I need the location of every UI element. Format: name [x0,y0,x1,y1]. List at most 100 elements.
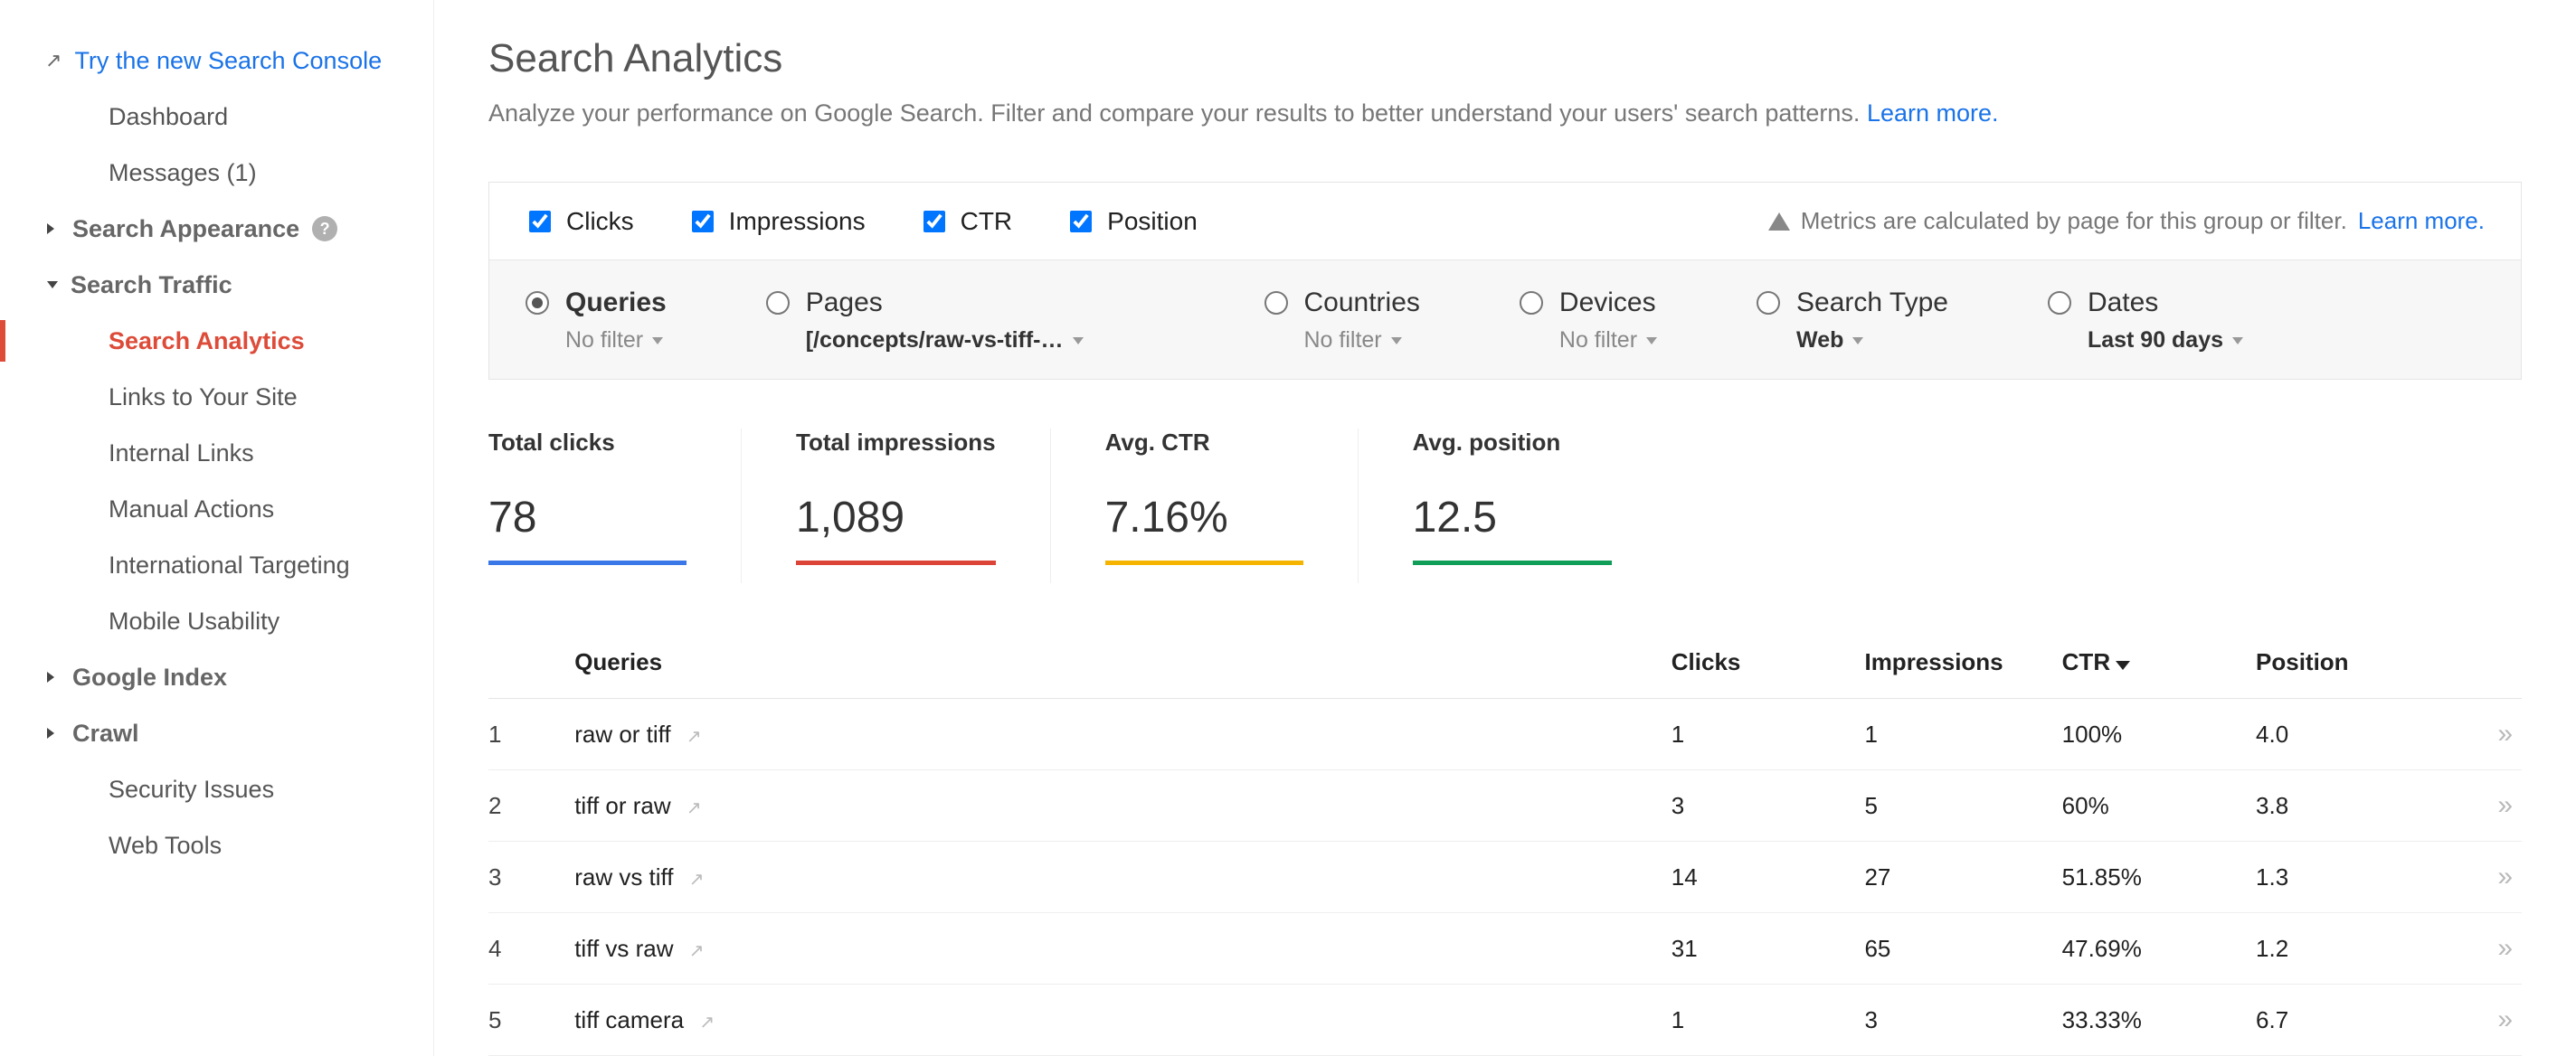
radio-queries[interactable] [526,291,549,315]
external-link-icon[interactable]: ↗ [687,727,702,747]
col-index [488,627,558,699]
learn-more-link[interactable]: Learn more. [1867,99,1999,127]
col-impressions[interactable]: Impressions [1848,627,2045,699]
sidebar-section-google-index[interactable]: Google Index [0,649,433,705]
caret-down-icon [652,337,663,344]
expand-row-icon[interactable]: » [2497,1004,2505,1034]
radio-countries[interactable] [1264,291,1288,315]
filter-label: Pages [806,288,883,318]
sidebar-item-internal-links[interactable]: Internal Links [0,425,433,481]
cell-clicks: 3 [1655,770,1849,842]
cell-query[interactable]: tiff or raw ↗ [558,770,1655,842]
filter-queries[interactable]: Queries No filter [526,288,667,354]
sidebar-item-web-tools[interactable]: Web Tools [0,817,433,873]
sidebar-try-new-console[interactable]: ↗ Try the new Search Console [0,33,433,89]
cell-index: 2 [488,770,558,842]
cell-query[interactable]: tiff vs raw ↗ [558,913,1655,985]
table-row[interactable]: 3raw vs tiff ↗142751.85%1.3» [488,842,2522,913]
checkbox-ctr[interactable] [923,211,945,232]
table-row[interactable]: 2tiff or raw ↗3560%3.8» [488,770,2522,842]
metric-check-ctr[interactable]: CTR [920,207,1013,236]
metric-label: Impressions [729,207,866,236]
cell-position: 1.2 [2240,913,2417,985]
sidebar-item-search-analytics[interactable]: Search Analytics [0,313,433,369]
expand-row-icon[interactable]: » [2497,933,2505,963]
metric-underline-orange [1105,561,1303,565]
checkbox-position[interactable] [1070,211,1092,232]
metric-check-clicks[interactable]: Clicks [526,207,634,236]
external-link-icon[interactable]: ↗ [689,870,705,890]
filter-search-type[interactable]: Search Type Web [1757,288,1948,354]
metric-notice-text: Metrics are calculated by page for this … [1801,207,2347,235]
sidebar-section-crawl[interactable]: Crawl [0,705,433,761]
sidebar-item-dashboard[interactable]: Dashboard [0,89,433,145]
filter-pages[interactable]: Pages [/concepts/raw-vs-tiff-… [766,288,1084,354]
table-row[interactable]: 5tiff camera ↗1333.33%6.7» [488,985,2522,1056]
cell-ctr: 47.69% [2046,913,2240,985]
sidebar-section-search-traffic[interactable]: Search Traffic [0,257,433,313]
dimension-filter-bar: Queries No filter Pages [/concepts/raw-v… [489,260,2521,379]
filter-dates-sub[interactable]: Last 90 days [2048,327,2243,354]
filter-search-type-sub[interactable]: Web [1757,327,1948,354]
expand-row-icon[interactable]: » [2497,719,2505,749]
summary-value: 7.16% [1105,493,1303,553]
filter-label: Countries [1304,288,1420,318]
sidebar-item-mobile-usability[interactable]: Mobile Usability [0,593,433,649]
cell-query[interactable]: tiff camera ↗ [558,985,1655,1056]
sidebar-item-messages[interactable]: Messages (1) [0,145,433,201]
cell-impressions: 65 [1848,913,2045,985]
filter-dates[interactable]: Dates Last 90 days [2048,288,2243,354]
radio-devices[interactable] [1520,291,1543,315]
external-link-icon[interactable]: ↗ [687,798,702,818]
table-row[interactable]: 4tiff vs raw ↗316547.69%1.2» [488,913,2522,985]
filter-label: Queries [565,288,667,318]
radio-pages[interactable] [766,291,790,315]
sidebar-item-links-to-site[interactable]: Links to Your Site [0,369,433,425]
filter-pages-sub[interactable]: [/concepts/raw-vs-tiff-… [766,327,1084,354]
filter-devices-sub[interactable]: No filter [1520,327,1657,354]
summary-clicks: Total clicks 78 [488,429,742,583]
metric-notice: Metrics are calculated by page for this … [1768,207,2485,235]
cell-impressions: 27 [1848,842,2045,913]
metric-check-position[interactable]: Position [1066,207,1198,236]
cell-index: 3 [488,842,558,913]
filter-queries-sub[interactable]: No filter [526,327,667,354]
filter-label: Search Type [1796,288,1948,318]
caret-right-icon [47,223,60,234]
cell-query[interactable]: raw or tiff ↗ [558,699,1655,770]
expand-row-icon[interactable]: » [2497,790,2505,820]
col-position[interactable]: Position [2240,627,2417,699]
radio-dates[interactable] [2048,291,2071,315]
cell-ctr: 51.85% [2046,842,2240,913]
sidebar-item-manual-actions[interactable]: Manual Actions [0,481,433,537]
filter-label: Dates [2088,288,2158,318]
sidebar-item-intl-targeting[interactable]: International Targeting [0,537,433,593]
sidebar: ↗ Try the new Search Console Dashboard M… [0,0,434,1056]
col-ctr[interactable]: CTR [2046,627,2240,699]
summary-value: 12.5 [1413,493,1612,553]
sidebar-item-security-issues[interactable]: Security Issues [0,761,433,817]
metric-check-impressions[interactable]: Impressions [688,207,866,236]
page-desc-text: Analyze your performance on Google Searc… [488,99,1867,127]
filter-devices[interactable]: Devices No filter [1520,288,1657,354]
sidebar-section-search-appearance[interactable]: Search Appearance ? [0,201,433,257]
metric-notice-link[interactable]: Learn more. [2358,207,2485,235]
checkbox-clicks[interactable] [529,211,551,232]
filter-countries-sub[interactable]: No filter [1264,327,1420,354]
filter-countries[interactable]: Countries No filter [1264,288,1420,354]
external-link-icon[interactable]: ↗ [699,1013,715,1032]
cell-position: 6.7 [2240,985,2417,1056]
col-clicks[interactable]: Clicks [1655,627,1849,699]
cell-query[interactable]: raw vs tiff ↗ [558,842,1655,913]
table-row[interactable]: 1raw or tiff ↗11100%4.0» [488,699,2522,770]
radio-search-type[interactable] [1757,291,1780,315]
external-link-icon[interactable]: ↗ [689,941,705,961]
metric-label: Position [1107,207,1198,236]
help-icon[interactable]: ? [312,216,337,241]
col-queries[interactable]: Queries [558,627,1655,699]
checkbox-impressions[interactable] [692,211,714,232]
filter-card: Clicks Impressions CTR Position Met [488,182,2522,380]
caret-down-icon [1852,337,1863,344]
sidebar-section-label: Search Traffic [71,271,232,299]
expand-row-icon[interactable]: » [2497,862,2505,891]
